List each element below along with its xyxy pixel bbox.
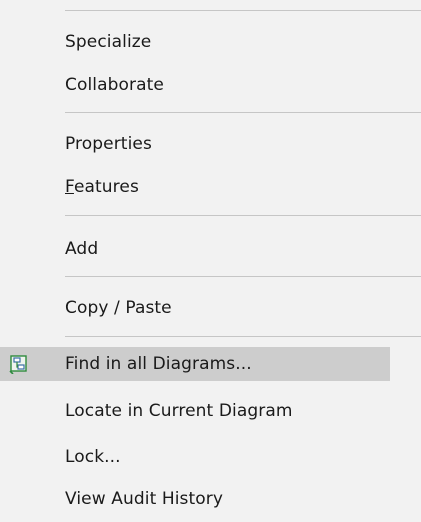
menu-item-collaborate[interactable]: Collaborate [0,68,421,102]
menu-separator [65,336,421,337]
menu-item-view-audit-history[interactable]: View Audit History [0,482,421,516]
menu-item-label: Properties [65,134,152,154]
menu-item-lock[interactable]: Lock... [0,440,421,474]
menu-item-label: Find in all Diagrams... [65,354,252,374]
diagram-tree-icon [9,355,27,374]
menu-item-locate-in-current-diagram[interactable]: Locate in Current Diagram [0,394,421,428]
menu-item-label: Features [65,177,139,197]
menu-item-label: View Audit History [65,489,224,509]
menu-item-label: Lock... [65,447,121,467]
menu-item-features[interactable]: Features [0,170,421,204]
menu-item-specialize[interactable]: Specialize [0,25,421,59]
menu-separator [65,215,421,216]
menu-item-find-in-all-diagrams[interactable]: Find in all Diagrams... [0,347,390,381]
menu-item-label: Specialize [65,32,152,52]
menu-item-label: Copy / Paste [65,298,172,318]
menu-separator [65,10,421,11]
menu-item-label: Collaborate [65,75,164,95]
menu-separator [65,112,421,113]
menu-item-copy-paste[interactable]: Copy / Paste [0,291,421,325]
context-menu: Specialize Collaborate Properties Featur… [0,0,421,522]
menu-item-label: Add [65,239,99,259]
accelerator-key: F [65,177,74,197]
menu-item-add[interactable]: Add [0,232,421,266]
menu-item-label: Locate in Current Diagram [65,401,293,421]
menu-separator [65,276,421,277]
menu-item-properties[interactable]: Properties [0,127,421,161]
